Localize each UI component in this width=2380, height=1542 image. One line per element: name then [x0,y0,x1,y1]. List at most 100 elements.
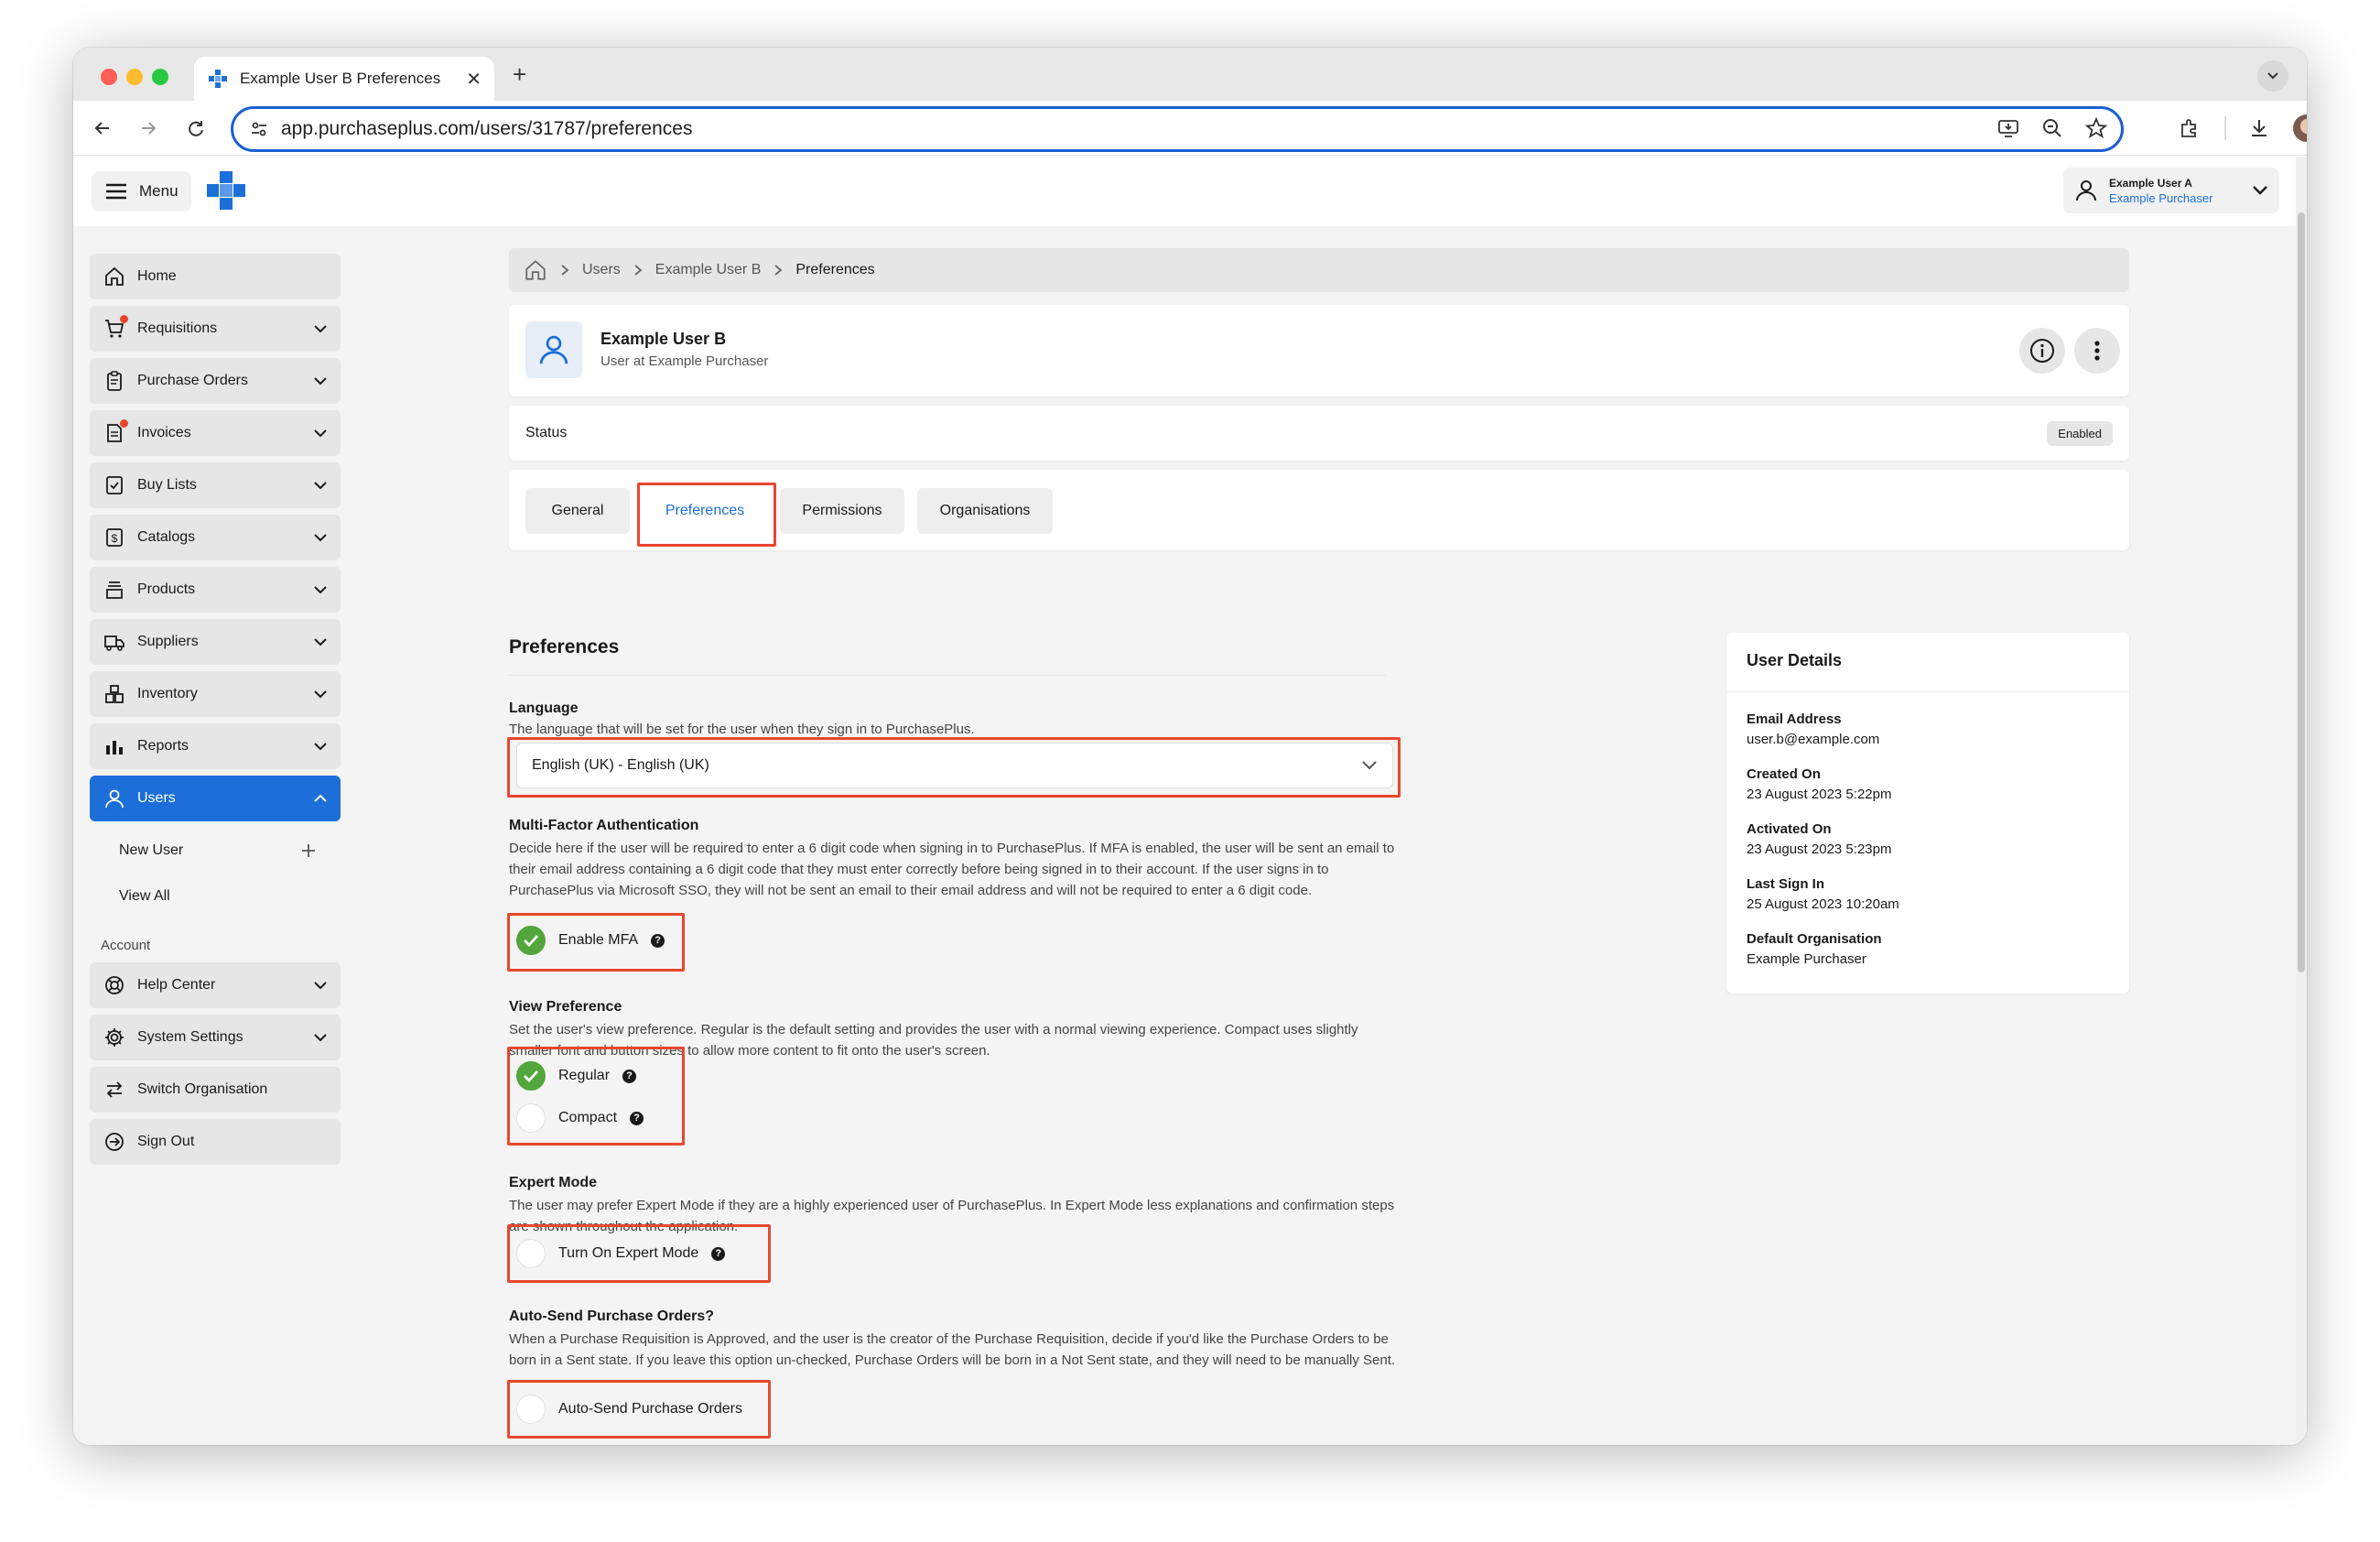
section-title: Preferences [509,636,620,657]
menu-button[interactable]: Menu [92,171,191,212]
sidebar-item-switch-organisation[interactable]: Switch Organisation [90,1067,341,1113]
sidebar-item-invoices[interactable]: Invoices [90,410,341,456]
detail-key: Default Organisation [1747,931,1882,947]
breadcrumb-link-users[interactable]: Users [582,262,621,278]
url-text: app.purchaseplus.com/users/31787/prefere… [281,118,693,139]
sidebar-item-catalogs[interactable]: $ Catalogs [90,515,341,560]
download-icon[interactable] [2245,114,2274,143]
view-preference-label: View Preference [509,999,622,1015]
chevron-down-icon [314,1034,327,1042]
tab-general[interactable]: General [525,488,630,534]
detail-key: Email Address [1747,711,1842,727]
sidebar-item-users[interactable]: Users [90,776,341,821]
sign-out-icon [103,1130,126,1154]
chevron-down-icon [314,377,327,386]
page-scrollbar-thumb[interactable] [2298,212,2305,972]
sidebar-subitem-label: New User [119,842,184,858]
plus-icon[interactable] [300,842,317,859]
status-card: Status Enabled [509,406,2129,461]
reload-icon[interactable] [181,114,211,143]
browser-tab-active[interactable]: Example User B Preferences ✕ [194,57,494,101]
products-icon [103,578,126,602]
forward-arrow-icon[interactable] [134,114,163,143]
back-arrow-icon[interactable] [88,114,117,143]
chevron-down-icon [314,325,327,333]
maximize-window-button[interactable] [152,69,168,85]
sidebar-subitem-new-user[interactable]: New User [90,828,341,874]
extensions-icon[interactable] [2175,114,2204,143]
sidebar-section-account: Account [101,938,151,953]
sidebar-item-purchase-orders[interactable]: Purchase Orders [90,358,341,404]
chart-icon [103,734,126,758]
notification-dot [120,419,128,428]
sidebar-item-reports[interactable]: Reports [90,723,341,769]
new-tab-icon[interactable]: + [513,62,526,86]
close-window-button[interactable] [101,69,117,85]
user-subtitle: User at Example Purchaser [600,353,769,369]
sidebar-item-suppliers[interactable]: Suppliers [90,619,341,665]
tab-permissions[interactable]: Permissions [780,488,904,534]
sidebar-item-label: Help Center [137,977,216,993]
sidebar-item-label: Requisitions [137,320,218,336]
app-header: Menu Example User A Example Purchaser [73,157,2307,226]
sidebar-item-home[interactable]: Home [90,254,341,299]
detail-value: 23 August 2023 5:23pm [1747,842,1892,857]
sidebar-item-products[interactable]: Products [90,567,341,613]
user-menu-button[interactable]: Example User A Example Purchaser [2063,168,2279,213]
gear-icon [103,1026,126,1049]
close-tab-icon[interactable]: ✕ [466,68,481,91]
sidebar-item-sign-out[interactable]: Sign Out [90,1119,341,1165]
browser-tab-bar: Example User B Preferences ✕ + [73,48,2307,101]
sidebar-item-buy-lists[interactable]: Buy Lists [90,462,341,508]
chevron-down-icon [2253,186,2267,195]
sidebar-item-inventory[interactable]: Inventory [90,671,341,717]
chevron-right-icon [634,265,643,276]
detail-value: user.b@example.com [1747,732,1880,747]
sidebar-item-requisitions[interactable]: Requisitions [90,306,341,352]
sidebar-item-help-center[interactable]: Help Center [90,962,341,1008]
status-badge: Enabled [2047,420,2113,446]
chevron-down-icon [314,690,327,699]
install-app-icon[interactable] [1996,116,2020,140]
chevron-down-icon [314,743,327,751]
site-info-icon[interactable] [250,120,268,138]
home-icon[interactable] [524,258,547,282]
mfa-description: Decide here if the user will be required… [509,841,1395,898]
user-details-title: User Details [1747,651,1843,669]
address-bar[interactable]: app.purchaseplus.com/users/31787/prefere… [231,106,2124,152]
annotation-highlight-box [507,1224,771,1283]
switch-icon [103,1078,126,1102]
detail-key: Last Sign In [1747,876,1825,892]
sidebar-item-label: Sign Out [137,1134,195,1149]
sidebar-item-system-settings[interactable]: System Settings [90,1015,341,1060]
sidebar-item-label: Suppliers [137,634,199,649]
detail-value: Example Purchaser [1747,951,1866,967]
chevron-down-icon [314,982,327,990]
profile-avatar[interactable] [2292,114,2307,143]
breadcrumb-link-user[interactable]: Example User B [655,262,762,278]
user-avatar [525,321,582,378]
catalog-icon: $ [103,526,126,549]
info-button[interactable] [2019,328,2065,374]
minimize-window-button[interactable] [126,69,143,85]
user-header-card: Example User B User at Example Purchaser [509,305,2129,396]
app-viewport: Menu Example User A Example Purchaser Ho… [73,157,2307,1445]
checklist-icon [103,473,126,497]
sidebar-subitem-view-all[interactable]: View All [90,874,341,919]
chevron-down-icon [314,429,327,438]
user-icon [103,787,126,810]
sidebar-item-label: Switch Organisation [137,1081,268,1097]
chevron-down-icon [314,482,327,490]
mfa-label: Multi-Factor Authentication [509,818,699,833]
zoom-icon[interactable] [2040,116,2064,140]
more-options-button[interactable] [2074,328,2120,374]
annotation-highlight-box [507,737,1401,798]
tab-organisations[interactable]: Organisations [917,488,1053,534]
purchaseplus-logo-icon[interactable] [205,169,247,212]
purchaseplus-favicon-icon [209,70,227,88]
bookmark-star-icon[interactable] [2084,116,2108,140]
tab-search-icon[interactable] [2257,60,2288,92]
hamburger-icon [106,183,126,200]
user-details-card: User Details Email Address user.b@exampl… [1726,633,2129,994]
svg-text:$: $ [112,532,118,545]
